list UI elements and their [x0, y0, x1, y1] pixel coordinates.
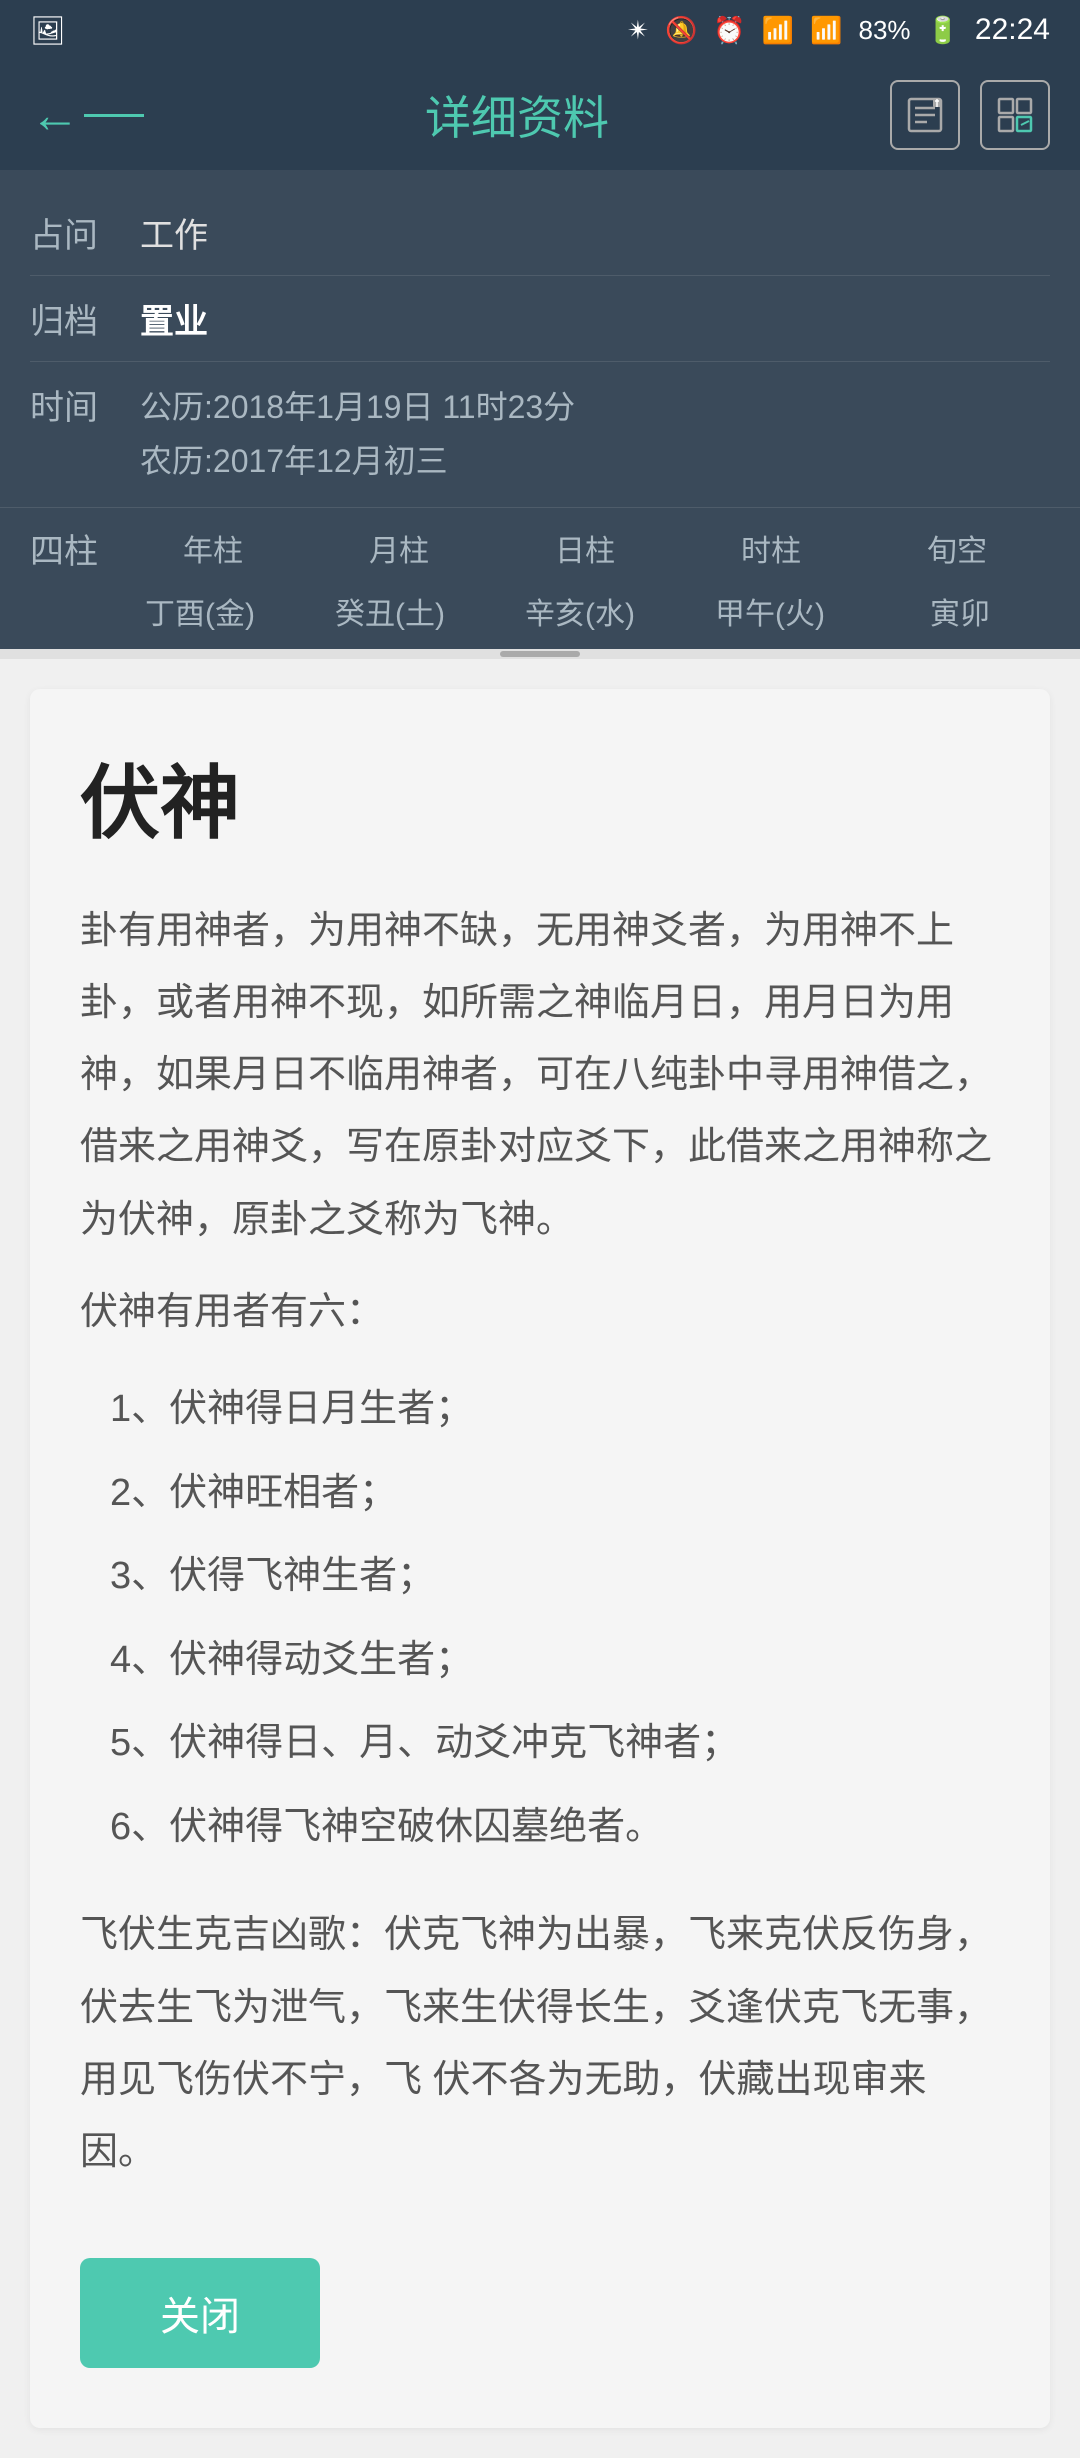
solar-date: 公历:2018年1月19日 11时23分	[140, 380, 575, 434]
info-section: 占问 工作 归档 置业 时间 公历:2018年1月19日 11时23分 农历:2…	[0, 170, 1080, 507]
back-arrow-icon: ←	[30, 90, 80, 140]
info-row-time: 时间 公历:2018年1月19日 11时23分 农历:2017年12月初三	[30, 362, 1050, 507]
pillars-row: 四柱 年柱 月柱 日柱 时柱 旬空	[0, 507, 1080, 589]
hour-ganzhi: 甲午(火)	[680, 589, 860, 633]
status-bar-right: ✴ 🔕 ⏰ 📶 📶 83% 🔋 22:24	[627, 13, 1050, 47]
back-line	[84, 114, 144, 117]
pillars-label: 四柱	[30, 524, 120, 573]
close-button[interactable]: 关闭	[80, 2258, 320, 2368]
card-paragraph-1: 卦有用神者，为用神不缺，无用神爻者，为用神不上卦，或者用神不现，如所需之神临月日…	[80, 895, 1000, 1256]
lunar-date: 农历:2017年12月初三	[140, 434, 575, 488]
question-value: 工作	[140, 208, 208, 257]
wifi-icon: 📶	[762, 15, 794, 46]
card-list: 1、伏神得日月生者； 2、伏神旺相者； 3、伏得飞神生者； 4、伏神得动爻生者；…	[110, 1368, 1000, 1870]
image-icon: 🖼	[30, 14, 66, 47]
archive-label: 归档	[30, 294, 120, 343]
page-title: 详细资料	[425, 82, 609, 148]
back-button[interactable]: ←	[30, 90, 144, 140]
divider	[0, 649, 1080, 659]
pillars-headers: 年柱 月柱 日柱 时柱 旬空	[120, 526, 1050, 570]
time-label: 时间	[30, 380, 120, 429]
time-values: 公历:2018年1月19日 11时23分 农历:2017年12月初三	[140, 380, 575, 489]
card-body-2: 飞伏生克吉凶歌：伏克飞神为出暴，飞来克伏反伤身，伏去生飞为泄气，飞来生伏得长生，…	[80, 1899, 1000, 2188]
nav-bar: ← 详细资料	[0, 60, 1080, 170]
day-pillar-label: 日柱	[555, 526, 615, 570]
archive-value: 置业	[140, 294, 208, 343]
status-bar: 🖼 ✴ 🔕 ⏰ 📶 📶 83% 🔋 22:24	[0, 0, 1080, 60]
list-item-2: 2、伏神旺相者；	[110, 1452, 1000, 1536]
battery-text: 83%	[859, 15, 911, 46]
hour-pillar-label: 时柱	[741, 526, 801, 570]
alarm-icon: ⏰	[713, 15, 745, 46]
month-pillar-label: 月柱	[369, 526, 429, 570]
status-bar-left: 🖼	[30, 14, 66, 47]
mute-icon: 🔕	[665, 15, 697, 46]
list-item-5: 5、伏神得日、月、动爻冲克飞神者；	[110, 1702, 1000, 1786]
nav-action-icons	[890, 80, 1050, 150]
card-body: 卦有用神者，为用神不缺，无用神爻者，为用神不上卦，或者用神不现，如所需之神临月日…	[80, 895, 1000, 1348]
list-item-3: 3、伏得飞神生者；	[110, 1535, 1000, 1619]
month-ganzhi: 癸丑(土)	[300, 589, 480, 633]
card-title: 伏神	[80, 739, 1000, 855]
battery-icon: 🔋	[927, 15, 959, 46]
time-display: 22:24	[975, 13, 1050, 47]
grid-icon	[995, 95, 1035, 135]
year-ganzhi: 丁酉(金)	[110, 589, 290, 633]
list-item-6: 6、伏神得飞神空破休囚墓绝者。	[110, 1786, 1000, 1870]
card-paragraph-3: 飞伏生克吉凶歌：伏克飞神为出暴，飞来克伏反伤身，伏去生飞为泄气，飞来生伏得长生，…	[80, 1899, 1000, 2188]
list-item-1: 1、伏神得日月生者；	[110, 1368, 1000, 1452]
signal-icon: 📶	[810, 15, 842, 46]
xunkong-label: 旬空	[927, 526, 987, 570]
info-row-question: 占问 工作	[30, 190, 1050, 276]
card-paragraph-2: 伏神有用者有六：	[80, 1276, 1000, 1348]
note-icon	[905, 95, 945, 135]
bluetooth-icon: ✴	[627, 15, 649, 46]
grid-icon-button[interactable]	[980, 80, 1050, 150]
year-pillar-label: 年柱	[183, 526, 243, 570]
info-row-archive: 归档 置业	[30, 276, 1050, 362]
content-card: 伏神 卦有用神者，为用神不缺，无用神爻者，为用神不上卦，或者用神不现，如所需之神…	[30, 689, 1050, 2428]
day-ganzhi: 辛亥(水)	[490, 589, 670, 633]
question-label: 占问	[30, 208, 120, 257]
pillars-ganzhi-row: 丁酉(金) 癸丑(土) 辛亥(水) 甲午(火) 寅卯	[0, 589, 1080, 649]
content-area: 伏神 卦有用神者，为用神不缺，无用神爻者，为用神不上卦，或者用神不现，如所需之神…	[0, 659, 1080, 2458]
xunkong-ganzhi: 寅卯	[870, 589, 1050, 633]
divider-handle	[500, 651, 580, 657]
note-icon-button[interactable]	[890, 80, 960, 150]
list-item-4: 4、伏神得动爻生者；	[110, 1619, 1000, 1703]
